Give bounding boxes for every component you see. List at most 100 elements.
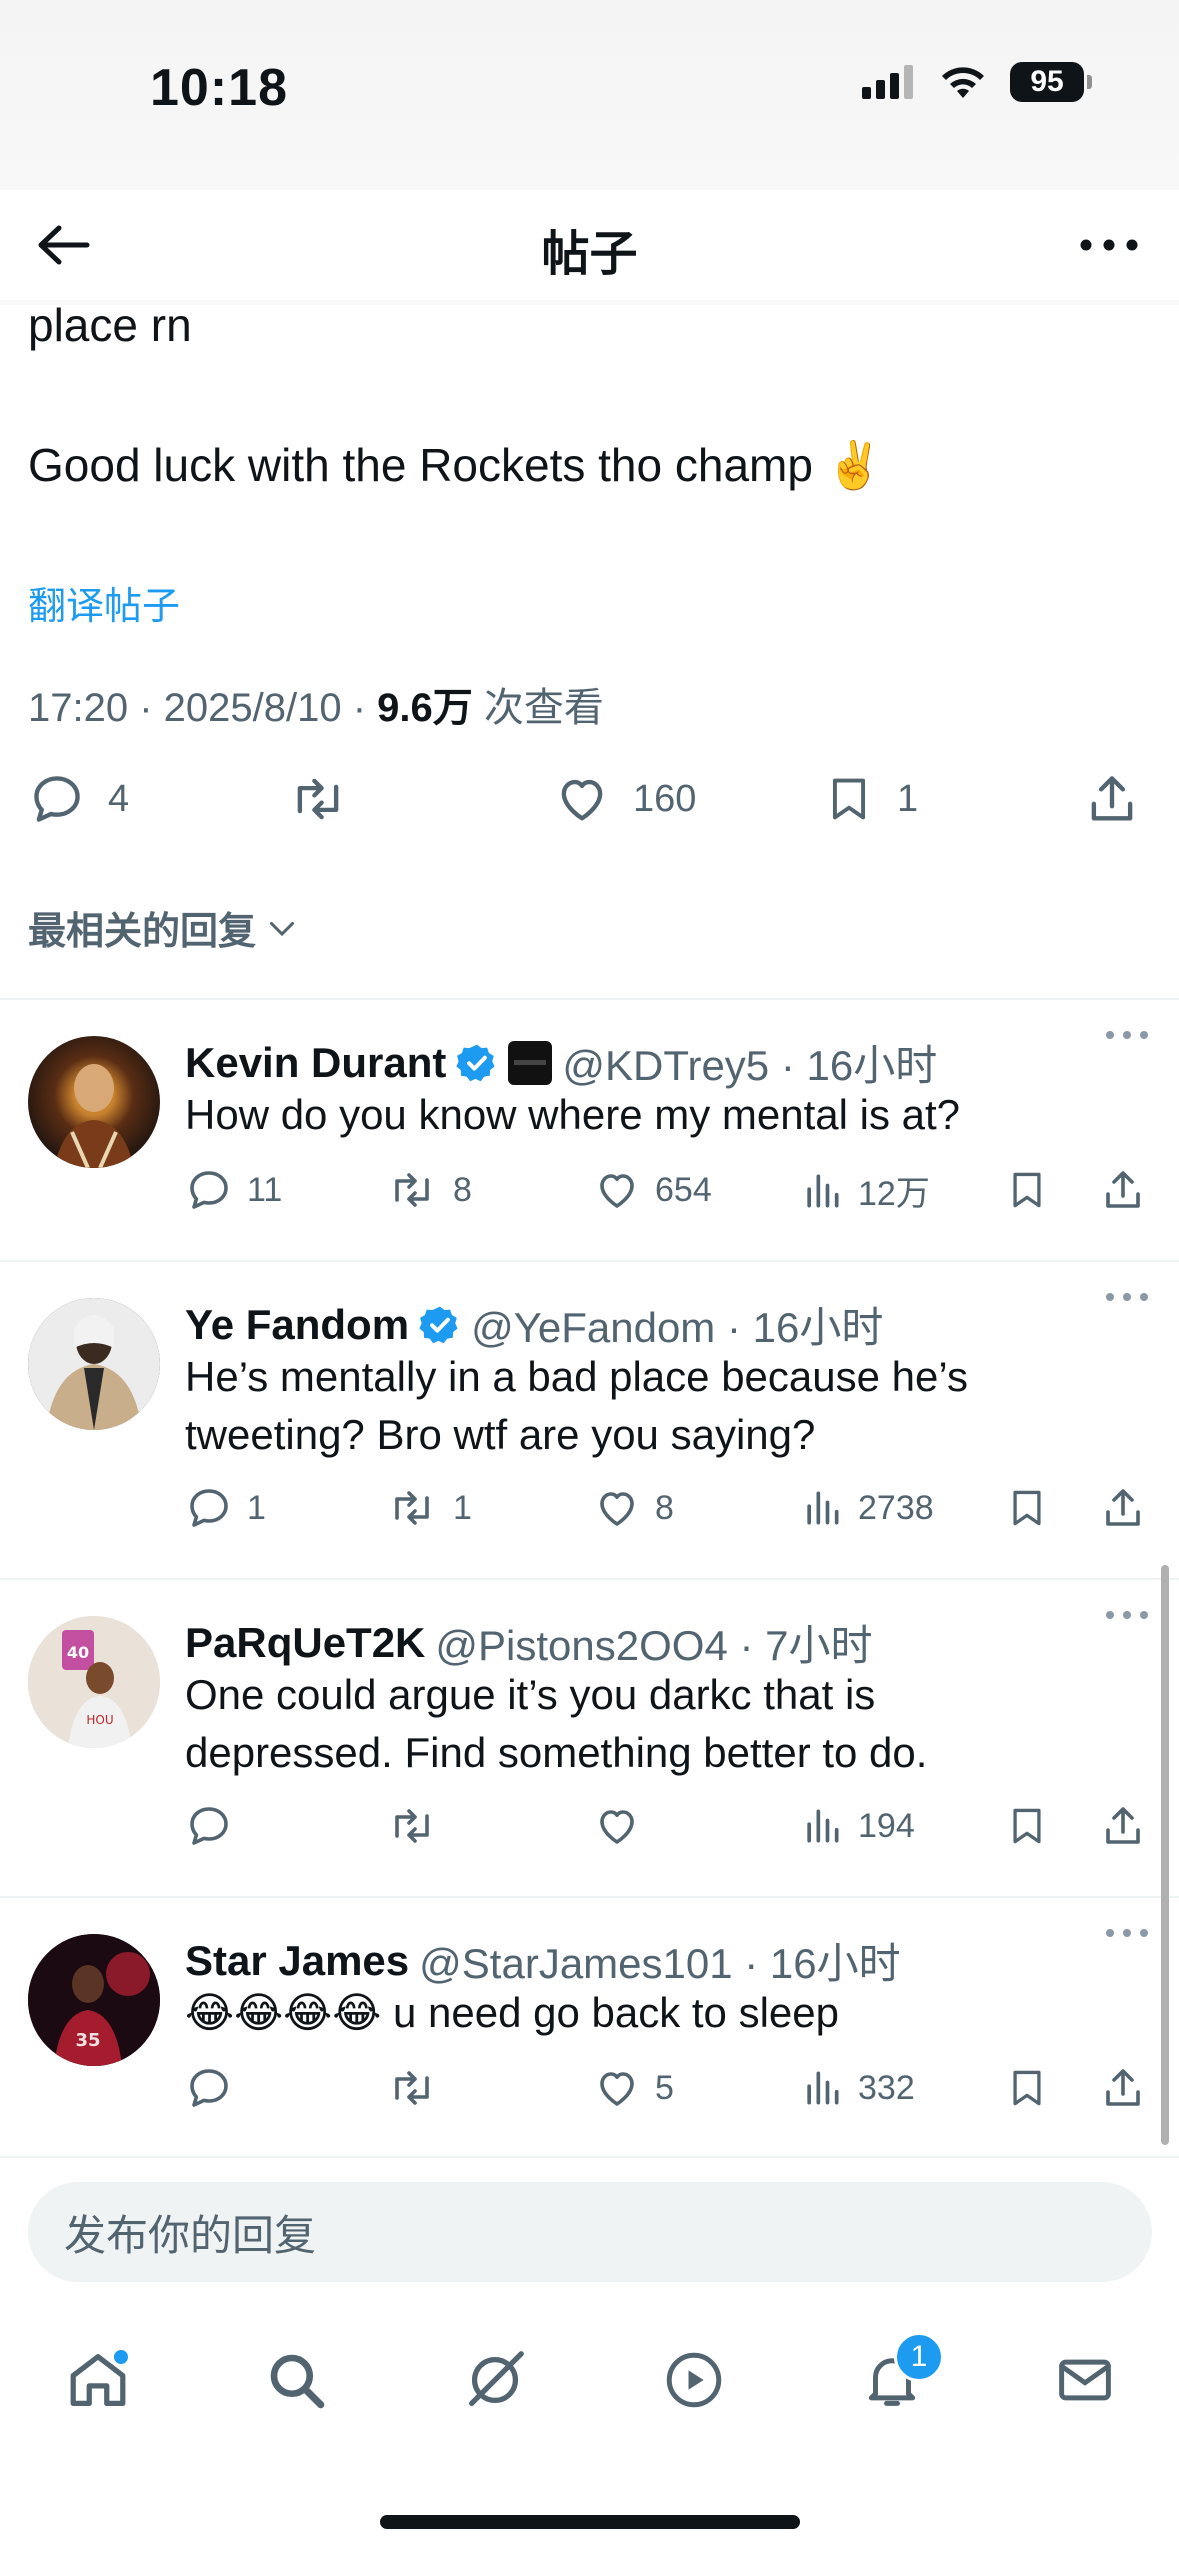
home-unread-dot xyxy=(114,2350,128,2364)
reply-icon xyxy=(34,776,80,822)
share-icon xyxy=(1106,1807,1140,1844)
avatar[interactable]: 35 xyxy=(28,1934,160,2066)
share-icon xyxy=(1106,1171,1140,1208)
reply-button[interactable]: 11 xyxy=(185,1166,282,1214)
post-text-line-2: Good luck with the Rockets tho champ ✌️ xyxy=(28,439,883,491)
scrollbar[interactable] xyxy=(1161,1565,1169,2145)
view-count: 332 xyxy=(858,2068,915,2107)
share-button[interactable] xyxy=(1099,1484,1147,1532)
like-count: 5 xyxy=(655,2068,674,2107)
battery-indicator: 95 xyxy=(1010,62,1092,102)
sort-label: 最相关的回复 xyxy=(28,911,257,953)
reply-actions: 5 332 xyxy=(185,2064,1145,2124)
repost-button[interactable]: 8 xyxy=(385,1166,472,1214)
like-button[interactable]: 5 xyxy=(593,2064,674,2112)
reply-button[interactable] xyxy=(185,1802,247,1850)
like-button[interactable]: 654 xyxy=(593,1166,712,1214)
sort-replies-dropdown[interactable]: 最相关的回复 xyxy=(28,900,300,955)
repost-button[interactable] xyxy=(385,2064,453,2112)
views-chart-icon xyxy=(807,2071,839,2105)
more-options-button[interactable] xyxy=(1069,210,1149,280)
bookmark-button[interactable] xyxy=(1005,1166,1049,1214)
repost-button[interactable]: 1 xyxy=(385,1484,472,1532)
more-icon xyxy=(1106,1293,1148,1301)
reply-button[interactable] xyxy=(185,2064,247,2112)
avatar[interactable] xyxy=(28,1036,160,1168)
views-button[interactable]: 194 xyxy=(800,1802,915,1850)
views-button[interactable]: 332 xyxy=(800,2064,915,2112)
tab-search[interactable] xyxy=(256,2340,336,2420)
tab-home[interactable] xyxy=(58,2340,138,2420)
more-icon xyxy=(1106,1929,1148,1937)
tab-messages[interactable] xyxy=(1045,2340,1125,2420)
reply-button[interactable]: 4 xyxy=(28,770,129,828)
views-button[interactable]: 12万 xyxy=(800,1166,930,1215)
repost-count: 1 xyxy=(453,1488,472,1527)
post-view-count: 9.6万 xyxy=(377,686,473,730)
heart-icon xyxy=(600,1810,634,1844)
tab-video[interactable] xyxy=(654,2340,734,2420)
reply-icon xyxy=(190,1489,228,1527)
status-icons: 95 xyxy=(862,62,1092,102)
reply-more-button[interactable] xyxy=(1105,1928,1149,1938)
reply-handle: @StarJames101 · 16小时 xyxy=(419,1940,901,1987)
like-button[interactable]: 8 xyxy=(593,1484,674,1532)
tab-notifications[interactable]: 1 xyxy=(852,2332,944,2420)
share-button[interactable] xyxy=(1099,1166,1147,1214)
status-time: 10:18 xyxy=(150,59,288,117)
reply-count: 11 xyxy=(247,1170,283,1209)
heart-icon xyxy=(600,1174,634,1208)
bookmark-button[interactable] xyxy=(1005,2064,1049,2112)
post-meta: 17:20 · 2025/8/10 · 9.6万 次查看 xyxy=(28,675,604,733)
reply-item[interactable]: 40 HOU PaRqUeT2K @Pistons2OO4 · 7小时 One c… xyxy=(0,1580,1179,1896)
bookmark-button[interactable]: 1 xyxy=(823,770,918,828)
views-chart-icon xyxy=(807,1809,839,1843)
play-icon xyxy=(666,2352,722,2408)
reply-more-button[interactable] xyxy=(1105,1030,1149,1040)
reply-author-name[interactable]: PaRqUeT2K xyxy=(185,1619,425,1667)
svg-text:HOU: HOU xyxy=(86,1713,113,1727)
bookmark-button[interactable] xyxy=(1005,1802,1049,1850)
views-button[interactable]: 2738 xyxy=(800,1484,934,1532)
heart-icon xyxy=(600,1492,634,1526)
reply-header: Ye Fandom @YeFandom · 16小时 xyxy=(185,1294,883,1355)
share-button[interactable] xyxy=(1099,1802,1147,1850)
like-button[interactable] xyxy=(593,1802,655,1850)
reply-item[interactable]: Ye Fandom @YeFandom · 16小时 He’s mentally… xyxy=(0,1262,1179,1578)
page-title: 帖子 xyxy=(541,228,638,281)
share-button[interactable] xyxy=(1083,770,1141,828)
avatar[interactable]: 40 HOU xyxy=(28,1616,160,1748)
search-icon xyxy=(270,2354,325,2409)
reply-header: PaRqUeT2K @Pistons2OO4 · 7小时 xyxy=(185,1612,873,1673)
reply-actions: 1 1 8 2738 xyxy=(185,1484,1145,1544)
reply-actions: 11 8 654 12万 xyxy=(185,1166,1145,1226)
reply-item[interactable]: 35 Star James @StarJames101 · 16小时 😂😂😂😂 … xyxy=(0,1898,1179,2156)
repost-button[interactable] xyxy=(286,770,350,828)
translate-post-link[interactable]: 翻译帖子 xyxy=(28,575,180,630)
reply-author-name[interactable]: Kevin Durant xyxy=(185,1039,446,1087)
reply-button[interactable]: 1 xyxy=(185,1484,266,1532)
reply-icon xyxy=(190,2069,228,2107)
reply-text: How do you know where my mental is at? xyxy=(185,1091,961,1138)
bookmark-icon xyxy=(1013,1808,1041,1844)
reply-input[interactable]: 发布你的回复 xyxy=(28,2182,1152,2282)
reply-more-button[interactable] xyxy=(1105,1610,1149,1620)
like-button[interactable]: 160 xyxy=(553,770,696,828)
avatar[interactable] xyxy=(28,1298,160,1430)
grok-icon xyxy=(469,2351,524,2406)
share-button[interactable] xyxy=(1099,2064,1147,2112)
reply-more-button[interactable] xyxy=(1105,1292,1149,1302)
repost-button[interactable] xyxy=(385,1802,453,1850)
tab-grok[interactable] xyxy=(455,2340,535,2420)
heart-icon xyxy=(600,2072,634,2106)
share-icon xyxy=(1106,1489,1140,1526)
post-text-line-1: place rn xyxy=(28,299,192,351)
bookmark-button[interactable] xyxy=(1005,1484,1049,1532)
notifications-badge: 1 xyxy=(894,2332,944,2382)
repost-icon xyxy=(395,1173,429,1207)
post-actions: 4 160 1 xyxy=(28,770,1148,840)
reply-item[interactable]: Kevin Durant @KDTrey5 · 16小时 How do you … xyxy=(0,1000,1179,1258)
reply-author-name[interactable]: Star James xyxy=(185,1937,409,1985)
reply-author-name[interactable]: Ye Fandom xyxy=(185,1301,409,1349)
divider xyxy=(0,2156,1179,2158)
